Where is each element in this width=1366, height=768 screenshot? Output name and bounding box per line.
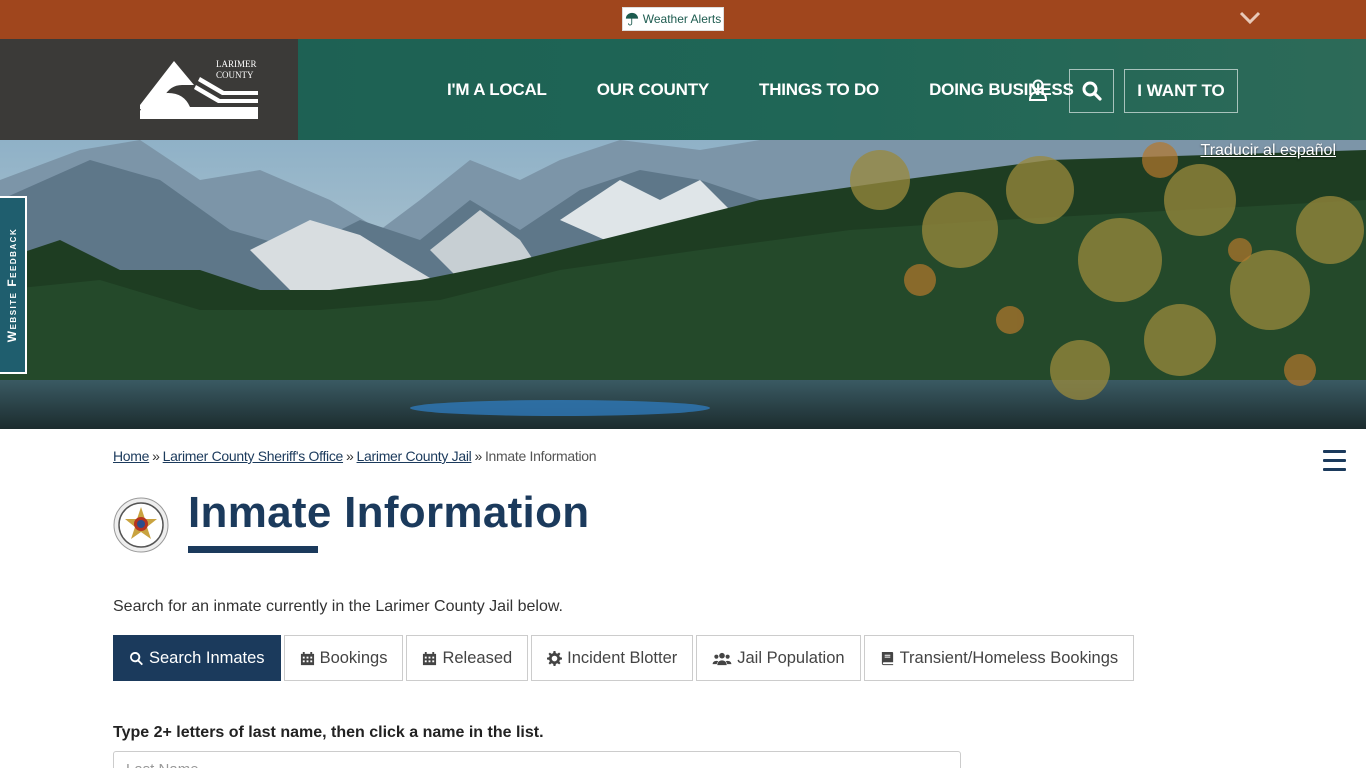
weather-alerts-label: Weather Alerts bbox=[642, 12, 722, 26]
search-icon bbox=[130, 651, 143, 665]
tab-label: Bookings bbox=[319, 648, 388, 667]
breadcrumb-home[interactable]: Home bbox=[113, 448, 149, 464]
tab-incident-blotter[interactable]: Incident Blotter bbox=[531, 635, 694, 681]
website-feedback-label: Website Feedback bbox=[5, 227, 20, 343]
users-icon bbox=[712, 652, 732, 665]
logo-text-county: COUNTY bbox=[216, 70, 254, 80]
breadcrumb-current: Inmate Information bbox=[484, 448, 597, 464]
last-name-label: Type 2+ letters of last name, then click… bbox=[113, 724, 544, 741]
weather-alerts-button[interactable]: Weather Alerts bbox=[622, 7, 724, 31]
tab-label: Search Inmates bbox=[149, 648, 265, 667]
last-name-input[interactable] bbox=[113, 751, 961, 768]
umbrella-icon bbox=[625, 12, 638, 26]
chevron-down-icon[interactable] bbox=[1238, 8, 1262, 28]
gear-icon bbox=[547, 650, 563, 666]
tab-label: Transient/Homeless Bookings bbox=[899, 648, 1119, 667]
title-underline bbox=[188, 546, 318, 553]
breadcrumb-county-jail[interactable]: Larimer County Jail bbox=[357, 448, 472, 464]
site-header: LARIMER COUNTY I'M A LOCAL OUR COUNTY TH… bbox=[0, 39, 1366, 140]
tab-released[interactable]: Released bbox=[406, 635, 529, 681]
inmate-tabs: Search Inmates Bookings Released Inciden… bbox=[113, 635, 1135, 681]
breadcrumb-separator: » bbox=[152, 448, 160, 464]
i-want-to-button[interactable]: I WANT TO bbox=[1124, 69, 1238, 113]
tab-bookings[interactable]: Bookings bbox=[283, 635, 404, 681]
breadcrumb-separator: » bbox=[474, 448, 482, 464]
tab-jail-population[interactable]: Jail Population bbox=[696, 635, 861, 681]
breadcrumb: Home» Larimer County Sheriff's Office» Lar… bbox=[113, 448, 597, 464]
sheriff-badge-icon bbox=[113, 497, 169, 553]
main-nav: I'M A LOCAL OUR COUNTY THINGS TO DO DOIN… bbox=[447, 39, 1124, 140]
translate-spanish-link[interactable]: Traducir al español bbox=[1201, 142, 1336, 160]
nav-our-county[interactable]: OUR COUNTY bbox=[597, 80, 709, 100]
search-icon bbox=[1082, 81, 1102, 101]
tab-search-inmates[interactable]: Search Inmates bbox=[113, 635, 281, 681]
tab-label: Jail Population bbox=[737, 648, 845, 667]
nav-im-a-local[interactable]: I'M A LOCAL bbox=[447, 80, 547, 100]
tab-transient-homeless-bookings[interactable]: Transient/Homeless Bookings bbox=[863, 635, 1135, 681]
tab-label: Released bbox=[442, 648, 513, 667]
hero-banner: Traducir al español bbox=[0, 140, 1366, 429]
menu-icon[interactable] bbox=[1323, 450, 1346, 472]
breadcrumb-separator: » bbox=[346, 448, 354, 464]
search-button[interactable] bbox=[1069, 69, 1114, 113]
larimer-county-logo-icon: LARIMER COUNTY bbox=[140, 59, 258, 119]
breadcrumb-sheriffs-office[interactable]: Larimer County Sheriff's Office bbox=[163, 448, 344, 464]
calendar-icon bbox=[423, 651, 437, 665]
user-icon[interactable] bbox=[1028, 79, 1048, 101]
logo-text-larimer: LARIMER bbox=[216, 59, 257, 69]
alert-bar: Weather Alerts bbox=[0, 0, 1366, 39]
intro-text: Search for an inmate currently in the La… bbox=[113, 598, 563, 615]
nav-things-to-do[interactable]: THINGS TO DO bbox=[759, 80, 879, 100]
book-icon bbox=[881, 651, 893, 665]
tab-label: Incident Blotter bbox=[567, 648, 678, 667]
nav-doing-business[interactable]: DOING BUSINESS bbox=[929, 80, 1074, 100]
site-logo[interactable]: LARIMER COUNTY bbox=[0, 39, 298, 140]
page-title: Inmate Information bbox=[188, 488, 590, 537]
calendar-icon bbox=[300, 651, 314, 665]
website-feedback-tab[interactable]: Website Feedback bbox=[0, 196, 27, 374]
hero-landscape-image bbox=[0, 140, 1366, 429]
